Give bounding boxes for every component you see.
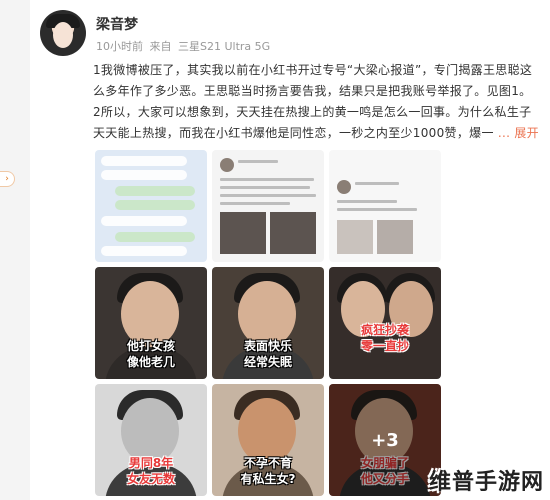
post-time[interactable]: 10小时前 xyxy=(96,40,143,53)
left-sidebar-edge xyxy=(0,0,30,500)
expand-link[interactable]: ... 展开 xyxy=(498,126,539,140)
source-device[interactable]: 三星S21 Ultra 5G xyxy=(178,40,270,53)
image-profile-screenshot[interactable] xyxy=(329,150,441,262)
more-images-count: +3 xyxy=(371,430,399,451)
image-grid: 他打女孩 像他老几 表面快乐 经常失眠 疯狂抄袭 零一直抄 男同8年 女友无数 … xyxy=(95,150,441,500)
post-line: 天天能上热搜，而我在小红书爆他是同性恋，一秒之内至少1000赞，爆一 ... 展… xyxy=(93,123,550,144)
meme-caption: 疯狂抄袭 xyxy=(360,323,409,337)
meme-caption: 女友无数 xyxy=(126,472,175,486)
source-prefix: 来自 xyxy=(149,40,172,53)
image-meme-6[interactable]: 女朋骗了 他又分手 +3 xyxy=(329,384,441,496)
image-meme-1[interactable]: 他打女孩 像他老几 xyxy=(95,267,207,379)
meme-caption: 有私生女? xyxy=(240,472,296,486)
image-meme-4[interactable]: 男同8年 女友无数 xyxy=(95,384,207,496)
meme-caption: 他打女孩 xyxy=(126,339,175,353)
image-meme-2[interactable]: 表面快乐 经常失眠 xyxy=(212,267,324,379)
image-post-screenshot[interactable] xyxy=(212,150,324,262)
image-chat-screenshot[interactable] xyxy=(95,150,207,262)
meme-caption: 不孕不育 xyxy=(243,456,292,470)
meme-caption: 经常失眠 xyxy=(243,355,292,369)
post-body: 1我微博被压了，其实我以前在小红书开过专号“大梁心报道”，专门揭露王思聪这 么多… xyxy=(93,60,550,144)
image-meme-5[interactable]: 不孕不育 有私生女? xyxy=(212,384,324,496)
post-meta: 10小时前 来自 三星S21 Ultra 5G xyxy=(96,38,273,54)
username[interactable]: 梁音梦 xyxy=(96,14,138,34)
avatar[interactable] xyxy=(40,10,86,56)
meme-caption: 像他老几 xyxy=(126,355,175,369)
post-line: 1我微博被压了，其实我以前在小红书开过专号“大梁心报道”，专门揭露王思聪这 xyxy=(93,63,533,77)
post-line: 么多年作了多少恶。王思聪当时扬言要告我，结果只是把我账号举报了。见图1。 xyxy=(93,84,532,98)
image-meme-3[interactable]: 疯狂抄袭 零一直抄 xyxy=(329,267,441,379)
watermark: 维普手游网 xyxy=(428,470,544,495)
post-line: 2所以，大家可以想象到，天天挂在热搜上的黄一鸣是怎么一回事。为什么私生子 xyxy=(93,105,532,119)
meme-caption: 零一直抄 xyxy=(360,339,409,353)
meme-caption: 男同8年 xyxy=(128,456,174,470)
meme-caption: 表面快乐 xyxy=(243,339,292,353)
post-line-text: 天天能上热搜，而我在小红书爆他是同性恋，一秒之内至少1000赞，爆一 xyxy=(93,126,494,140)
